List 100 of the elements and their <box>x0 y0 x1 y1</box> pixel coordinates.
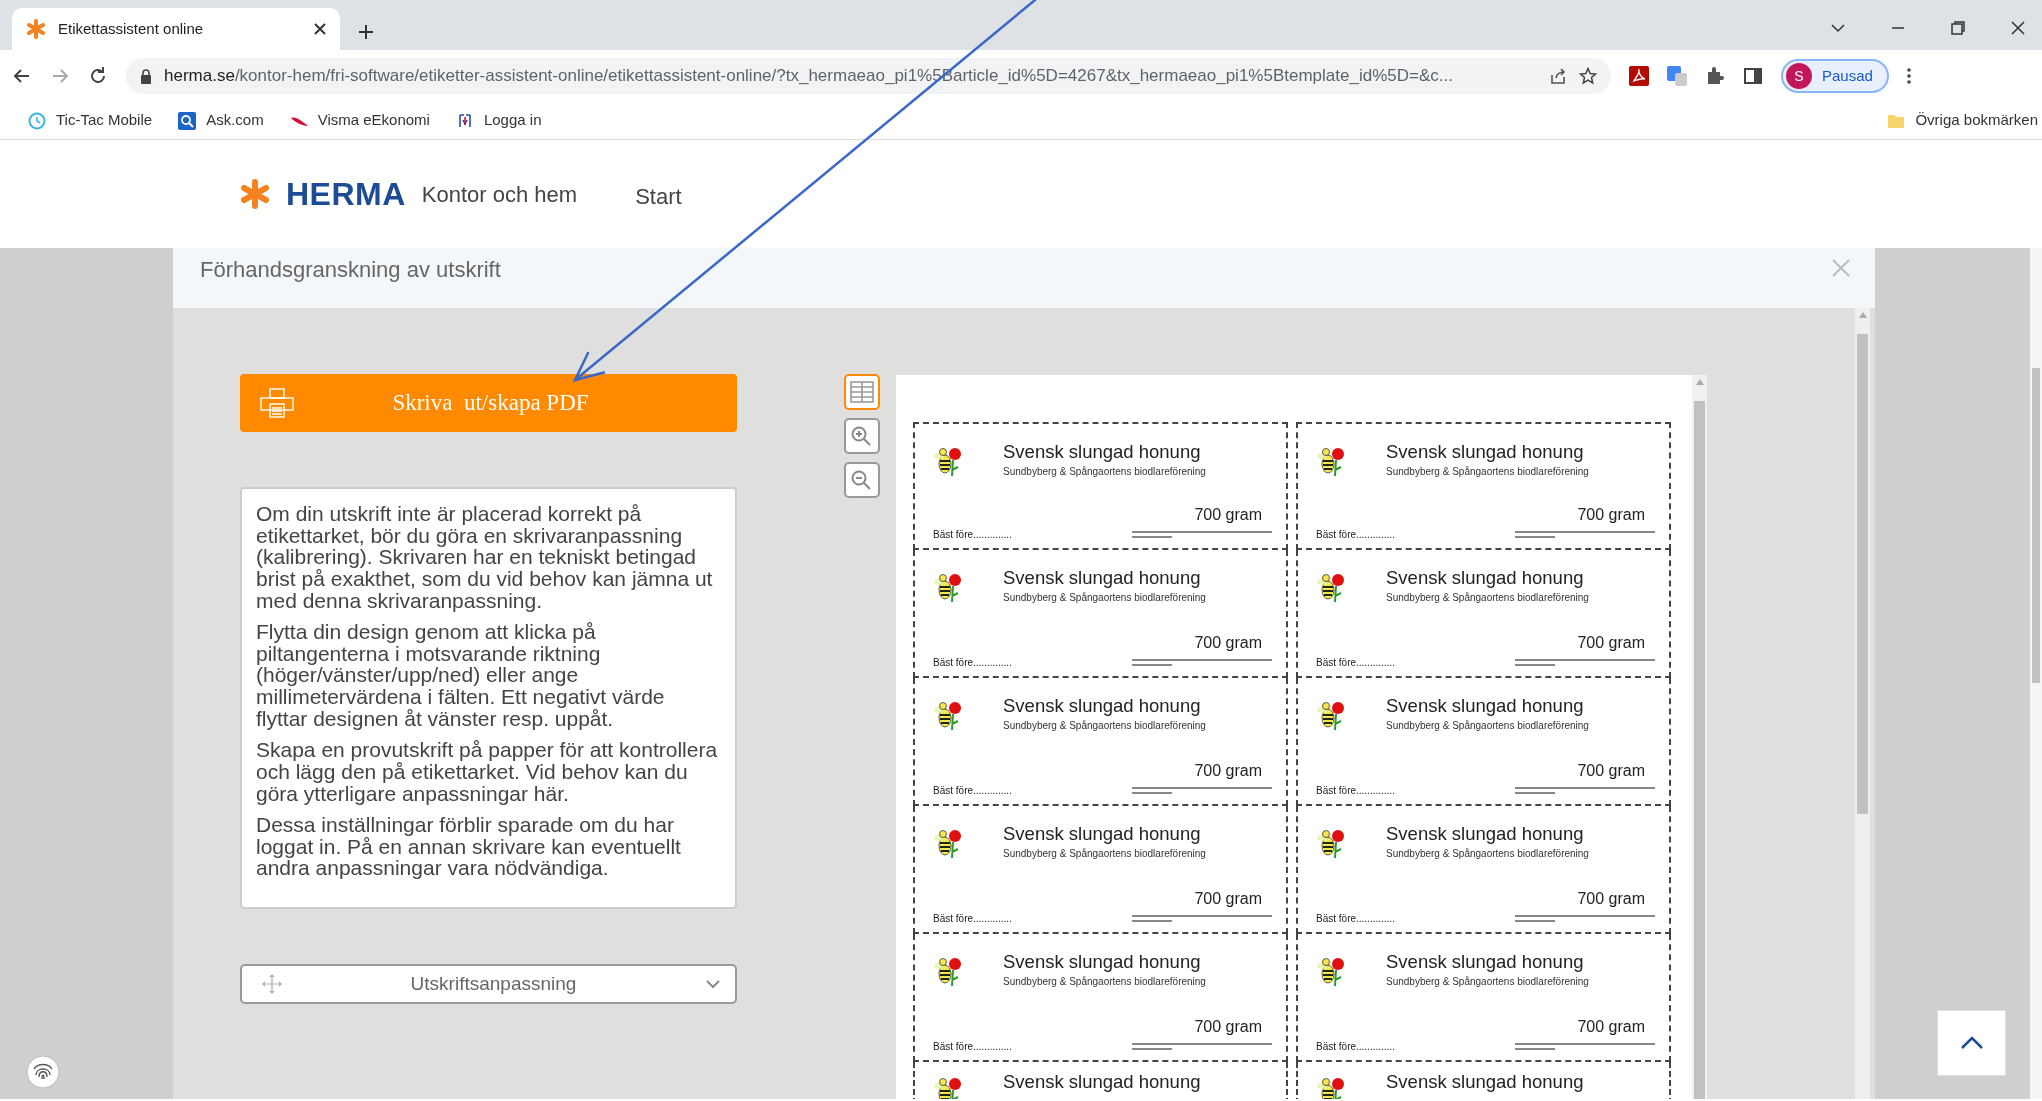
label-weight: 700 gram <box>1577 889 1645 909</box>
label-subtitle: Sundbyberg & Spångaortens biodlareförening <box>1386 847 1590 862</box>
brand-name: HERMA <box>286 175 406 214</box>
asterisk-logo-icon <box>240 179 270 209</box>
best-before-text: Bäst före.............. <box>933 784 1012 798</box>
move-arrows-icon <box>262 974 282 994</box>
label-title: Svensk slungad honung <box>1386 824 1585 845</box>
label-title: Svensk slungad honung <box>1386 1072 1585 1093</box>
info-paragraph: Dessa inställningar förblir sparade om du har loggat in. På en annan skrivare kan eventuellt andra anpassningar vara nödvändiga. <box>256 814 682 879</box>
label-weight: 700 gram <box>1194 761 1262 781</box>
share-button[interactable] <box>1549 67 1567 85</box>
preview-scrollbar[interactable] <box>1692 375 1707 1099</box>
label-subtitle: Sundbyberg & Spångaortens biodlareförening <box>1003 591 1207 606</box>
best-before-text: Bäst före.............. <box>1316 656 1395 670</box>
tab-title: Etikettassistent online <box>58 18 205 39</box>
page-scrollbar[interactable] <box>2030 248 2042 1099</box>
label-title: Svensk slungad honung <box>1386 696 1585 717</box>
label-title: Svensk slungad honung <box>1003 952 1202 973</box>
info-paragraph: Om din utskrift inte är placerad korrekt på etikettarket, bör du göra en skrivaranpassning (kalibrering). Skrivaren har en tekniskt betingad brist på exakthet, som du vid behov kan jämna ut med denna skrivaranpassning. <box>256 503 714 612</box>
label-weight: 700 gram <box>1577 1017 1645 1037</box>
label-subtitle: Sundbyberg & Spångaortens biodlareförening <box>1386 975 1590 990</box>
scroll-up-icon <box>1858 312 1867 318</box>
info-paragraph: Skapa en provutskrift på papper för att kontrollera och lägg den på etikettarket. Vid behov kan du göra ytterligare anpassningar här. <box>256 739 719 805</box>
bookmark-link[interactable]: Ask.com <box>178 109 264 132</box>
label-subtitle: Sundbyberg & Spångaortens biodlareförening <box>1386 591 1590 606</box>
side-panel-button[interactable] <box>1743 66 1763 86</box>
nav-link[interactable]: Start <box>635 179 682 213</box>
minimize-button[interactable] <box>1890 26 1906 30</box>
close-tab-button[interactable] <box>314 23 326 35</box>
label-subtitle: Sundbyberg & Spångaortens biodlareförening <box>1386 465 1590 480</box>
minimize-icon <box>1890 26 1906 30</box>
clock-icon <box>28 111 46 130</box>
label-title: Svensk slungad honung <box>1003 696 1202 717</box>
grid-view-button[interactable] <box>844 374 880 410</box>
chevron-up-icon <box>1959 1036 1984 1050</box>
pdf-icon <box>1629 66 1649 86</box>
label-title: Svensk slungad honung <box>1003 568 1202 589</box>
browser-tab[interactable]: Etikettassistent online <box>12 8 340 50</box>
label-subtitle: Sundbyberg & Spångaortens biodlareförening <box>1003 975 1207 990</box>
label-title: Svensk slungad honung <box>1386 952 1585 973</box>
printer-icon <box>260 388 294 418</box>
new-tab-button[interactable] <box>358 24 374 40</box>
table-icon <box>850 381 874 403</box>
label-title: Svensk slungad honung <box>1386 442 1585 463</box>
label-subtitle: Sundbyberg & Spångaortens biodlareförening <box>1003 847 1207 862</box>
magnifier-icon <box>178 111 197 130</box>
lock-icon <box>140 68 152 84</box>
label-title: Svensk slungad honung <box>1003 824 1202 845</box>
best-before-text: Bäst före.............. <box>933 656 1012 670</box>
label-weight: 700 gram <box>1577 761 1645 781</box>
best-before-text: Bäst före.............. <box>933 912 1012 926</box>
label-weight: 700 gram <box>1577 505 1645 525</box>
restore-button[interactable] <box>1950 20 1966 36</box>
dialog-scrollbar[interactable] <box>1855 308 1870 1099</box>
zoom-out-button[interactable] <box>844 462 880 498</box>
side-panel-icon <box>1743 66 1763 86</box>
best-before-text: Bäst före.............. <box>1316 1040 1395 1054</box>
label-subtitle: Sundbyberg & Spångaortens biodlareförening <box>1386 719 1590 734</box>
bookmark-link[interactable]: Logga in <box>455 109 542 132</box>
close-window-button[interactable] <box>2010 20 2026 36</box>
label-weight: 700 gram <box>1194 633 1262 653</box>
menu-button[interactable] <box>1906 68 1911 84</box>
best-before-text: Bäst före.............. <box>933 1040 1012 1054</box>
plus-icon <box>358 24 374 40</box>
label-subtitle: Sundbyberg & Spångaortens biodlareförening <box>1003 719 1207 734</box>
bookmark-star-button[interactable] <box>1579 67 1597 85</box>
asterisk-icon <box>26 19 46 39</box>
profile-button[interactable]: S Pausad <box>1781 59 1889 93</box>
puzzle-icon <box>1705 66 1725 86</box>
label-weight: 700 gram <box>1194 889 1262 909</box>
best-before-text: Bäst före.............. <box>1316 528 1395 542</box>
dialog-title: Förhandsgranskning av utskrift <box>200 255 501 284</box>
reload-icon <box>88 66 108 86</box>
extensions-button[interactable] <box>1705 66 1725 86</box>
star-icon <box>1579 67 1597 85</box>
share-icon <box>1549 67 1567 85</box>
close-icon <box>314 23 326 35</box>
best-before-text: Bäst före.............. <box>1316 912 1395 926</box>
print-adjustment-dropdown[interactable]: Utskriftsanpassning <box>240 964 737 1004</box>
close-icon <box>2010 20 2026 36</box>
brand-tagline: Kontor och hem <box>421 180 578 209</box>
label-title: Svensk slungad honung <box>1386 568 1585 589</box>
best-before-text: Bäst före.............. <box>1316 784 1395 798</box>
label-title: Svensk slungad honung <box>1003 1072 1202 1093</box>
pdf-extension-button[interactable] <box>1629 66 1649 86</box>
label-title: Svensk slungad honung <box>1003 442 1202 463</box>
best-before-text: Bäst före.............. <box>933 528 1012 542</box>
reload-button[interactable] <box>88 66 108 86</box>
restore-icon <box>1950 20 1966 36</box>
label-subtitle: Sundbyberg & Spångaortens biodlareförening <box>1003 465 1207 480</box>
other-bookmarks-folder[interactable]: Övriga bokmärken <box>1887 109 2038 132</box>
bookmark-link[interactable]: Tic-Tac Mobile <box>28 109 153 132</box>
kebab-menu-icon <box>1906 68 1911 84</box>
label-weight: 700 gram <box>1577 633 1645 653</box>
zoom-in-button[interactable] <box>844 418 880 454</box>
close-icon <box>1831 258 1851 278</box>
folder-icon <box>1887 112 1906 129</box>
info-paragraph: Flytta din design genom att klicka på piltangenterna i motsvarande riktning (höger/vänster/upp/ned) eller ange millimetervärdena i fälten. Ett negativt värde flyttar designen åt vänster resp. uppåt. <box>256 621 666 730</box>
label-weight: 700 gram <box>1194 1017 1262 1037</box>
bookmark-link[interactable]: Visma eEkonomi <box>289 109 430 132</box>
